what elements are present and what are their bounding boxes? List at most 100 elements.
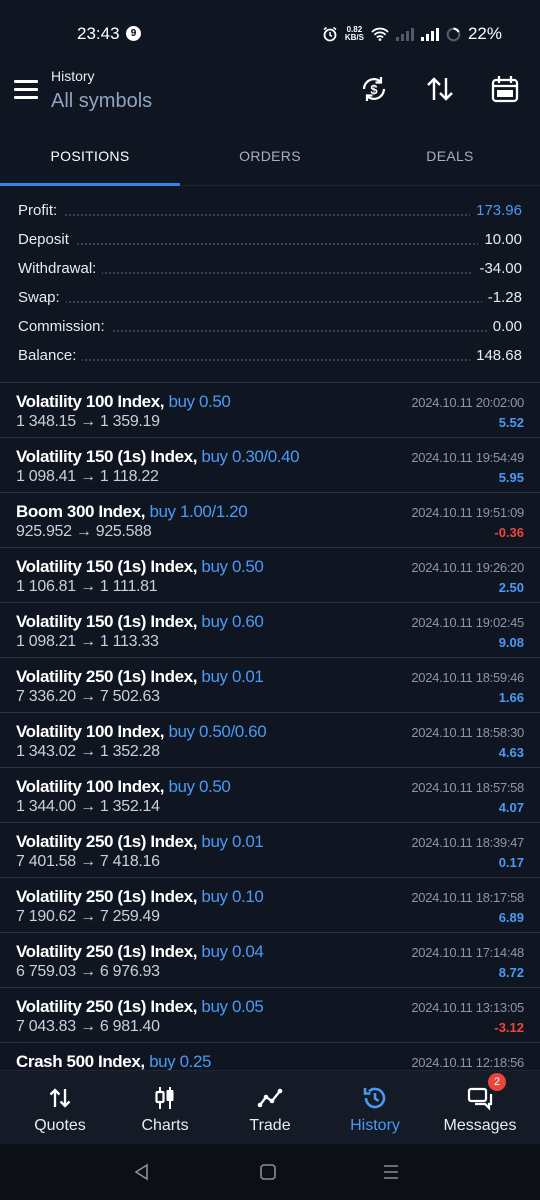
position-side: buy 0.30/0.40 [201,447,300,466]
position-time: 2024.10.11 19:54:49 [411,450,524,465]
position-profit: 1.66 [498,690,524,705]
position-row[interactable]: Volatility 100 Index, buy 0.50 1 348.15 →… [0,383,540,438]
position-row[interactable]: Boom 300 Index, buy 1.00/1.20 925.952 → 9… [0,493,540,548]
position-symbol: Volatility 250 (1s) Index, buy 0.01 [16,832,264,851]
sort-icon[interactable] [425,74,455,104]
position-row[interactable]: Volatility 250 (1s) Index, buy 0.05 7 043… [0,988,540,1043]
messages-badge: 2 [488,1073,506,1091]
position-symbol: Volatility 100 Index, buy 0.50 [16,392,231,411]
summary-label: Swap: [18,289,66,306]
home-icon[interactable] [258,1162,278,1182]
position-time: 2024.10.11 19:26:20 [411,560,524,575]
symbol-filter[interactable]: All symbols [51,90,152,113]
position-time: 2024.10.11 17:14:48 [411,945,524,960]
summary-value: 148.68 [470,347,522,364]
nav-trade[interactable]: Trade [216,1071,324,1145]
nav-charts[interactable]: Charts [111,1071,219,1145]
nav-quotes[interactable]: Quotes [6,1071,114,1145]
position-profit: -0.36 [494,525,524,540]
summary-balance: Balance: 148.68 [0,343,540,372]
position-time: 2024.10.11 18:39:47 [411,835,524,850]
position-prices: 7 336.20 → 7 502.63 [16,688,160,705]
position-time: 2024.10.11 12:18:56 [411,1055,524,1070]
position-side: buy 0.50 [201,557,264,576]
position-prices: 1 348.15 → 1 359.19 [16,413,160,430]
position-symbol: Volatility 250 (1s) Index, buy 0.01 [16,667,264,686]
currency-sync-icon[interactable]: $ [359,74,389,104]
position-row[interactable]: Volatility 250 (1s) Index, buy 0.01 7 401… [0,823,540,878]
network-speed: 0.82 KB/S [344,25,364,42]
signal-sim1-icon [395,27,414,41]
recents-icon[interactable] [381,1162,401,1182]
position-profit: 6.89 [498,910,524,925]
position-row[interactable]: Volatility 100 Index, buy 0.50/0.60 1 343… [0,713,540,768]
position-profit: 4.63 [498,745,524,760]
position-side: buy 0.01 [201,667,264,686]
nav-label: History [350,1117,400,1134]
position-profit: 4.07 [498,800,524,815]
position-row[interactable]: Volatility 250 (1s) Index, buy 0.04 6 759… [0,933,540,988]
summary-label: Balance: [18,347,83,364]
nav-label: Quotes [34,1117,86,1134]
position-time: 2024.10.11 18:58:30 [411,725,524,740]
position-time: 2024.10.11 18:59:46 [411,670,524,685]
nav-messages[interactable]: 2 Messages [426,1071,534,1145]
tab-deals[interactable]: DEALS [360,132,540,186]
back-icon[interactable] [132,1162,152,1182]
notification-count-badge: 9 [126,26,141,41]
position-symbol: Crash 500 Index, buy 0.25 [16,1052,212,1070]
calendar-icon[interactable] [490,74,520,104]
nav-label: Messages [443,1117,517,1134]
position-prices: 7 043.83 → 6 981.40 [16,1018,160,1035]
position-prices: 6 759.03 → 6 976.93 [16,963,160,980]
position-row[interactable]: Volatility 250 (1s) Index, buy 0.10 7 190… [0,878,540,933]
status-icons: 0.82 KB/S 22% [322,24,502,44]
position-time: 2024.10.11 19:51:09 [411,505,524,520]
charts-icon [155,1087,174,1109]
summary-label: Profit: [18,202,64,219]
summary-value: 10.00 [478,231,522,248]
position-time: 2024.10.11 20:02:00 [411,395,524,410]
position-symbol: Volatility 100 Index, buy 0.50 [16,777,231,796]
summary-value: 0.00 [486,318,522,335]
trade-icon [257,1088,283,1108]
position-row[interactable]: Volatility 100 Index, buy 0.50 1 344.00 →… [0,768,540,823]
tab-positions[interactable]: POSITIONS [0,132,180,186]
position-symbol: Volatility 150 (1s) Index, buy 0.60 [16,612,264,631]
summary-label: Commission: [18,318,111,335]
svg-text:$: $ [370,82,378,97]
position-prices: 1 098.21 → 1 113.33 [16,633,159,650]
position-profit: 5.95 [498,470,524,485]
summary-value: -1.28 [481,289,522,306]
position-prices: 1 344.00 → 1 352.14 [16,798,160,815]
signal-sim2-icon [420,27,439,41]
position-profit: 8.72 [498,965,524,980]
position-prices: 7 190.62 → 7 259.49 [16,908,160,925]
status-time: 23:43 [77,24,120,43]
summary-value: 173.96 [470,202,522,219]
menu-icon[interactable] [14,80,38,100]
position-symbol: Volatility 250 (1s) Index, buy 0.05 [16,997,264,1016]
position-prices: 1 106.81 → 1 111.81 [16,578,158,595]
position-symbol: Volatility 250 (1s) Index, buy 0.10 [16,887,264,906]
position-side: buy 0.10 [201,887,264,906]
position-symbol: Volatility 150 (1s) Index, buy 0.50 [16,557,264,576]
summary-label: Withdrawal: [18,260,103,277]
summary-deposit: Deposit 10.00 [0,227,540,256]
position-row[interactable]: Volatility 150 (1s) Index, buy 0.30/0.40… [0,438,540,493]
position-row[interactable]: Crash 500 Index, buy 0.25 2024.10.11 12:1… [0,1043,540,1070]
system-navigation-bar [0,1144,540,1200]
position-row[interactable]: Volatility 250 (1s) Index, buy 0.01 7 336… [0,658,540,713]
position-side: buy 0.50 [168,392,231,411]
position-symbol: Volatility 100 Index, buy 0.50/0.60 [16,722,267,741]
summary-value: -34.00 [473,260,522,277]
position-row[interactable]: Volatility 150 (1s) Index, buy 0.60 1 098… [0,603,540,658]
page-title: History [51,68,95,84]
nav-history[interactable]: History [321,1071,429,1145]
position-side: buy 0.04 [201,942,264,961]
summary-swap: Swap: -1.28 [0,285,540,314]
position-row[interactable]: Volatility 150 (1s) Index, buy 0.50 1 106… [0,548,540,603]
battery-icon [446,27,461,41]
positions-list[interactable]: Volatility 100 Index, buy 0.50 1 348.15 →… [0,382,540,1070]
tab-orders[interactable]: ORDERS [180,132,360,186]
